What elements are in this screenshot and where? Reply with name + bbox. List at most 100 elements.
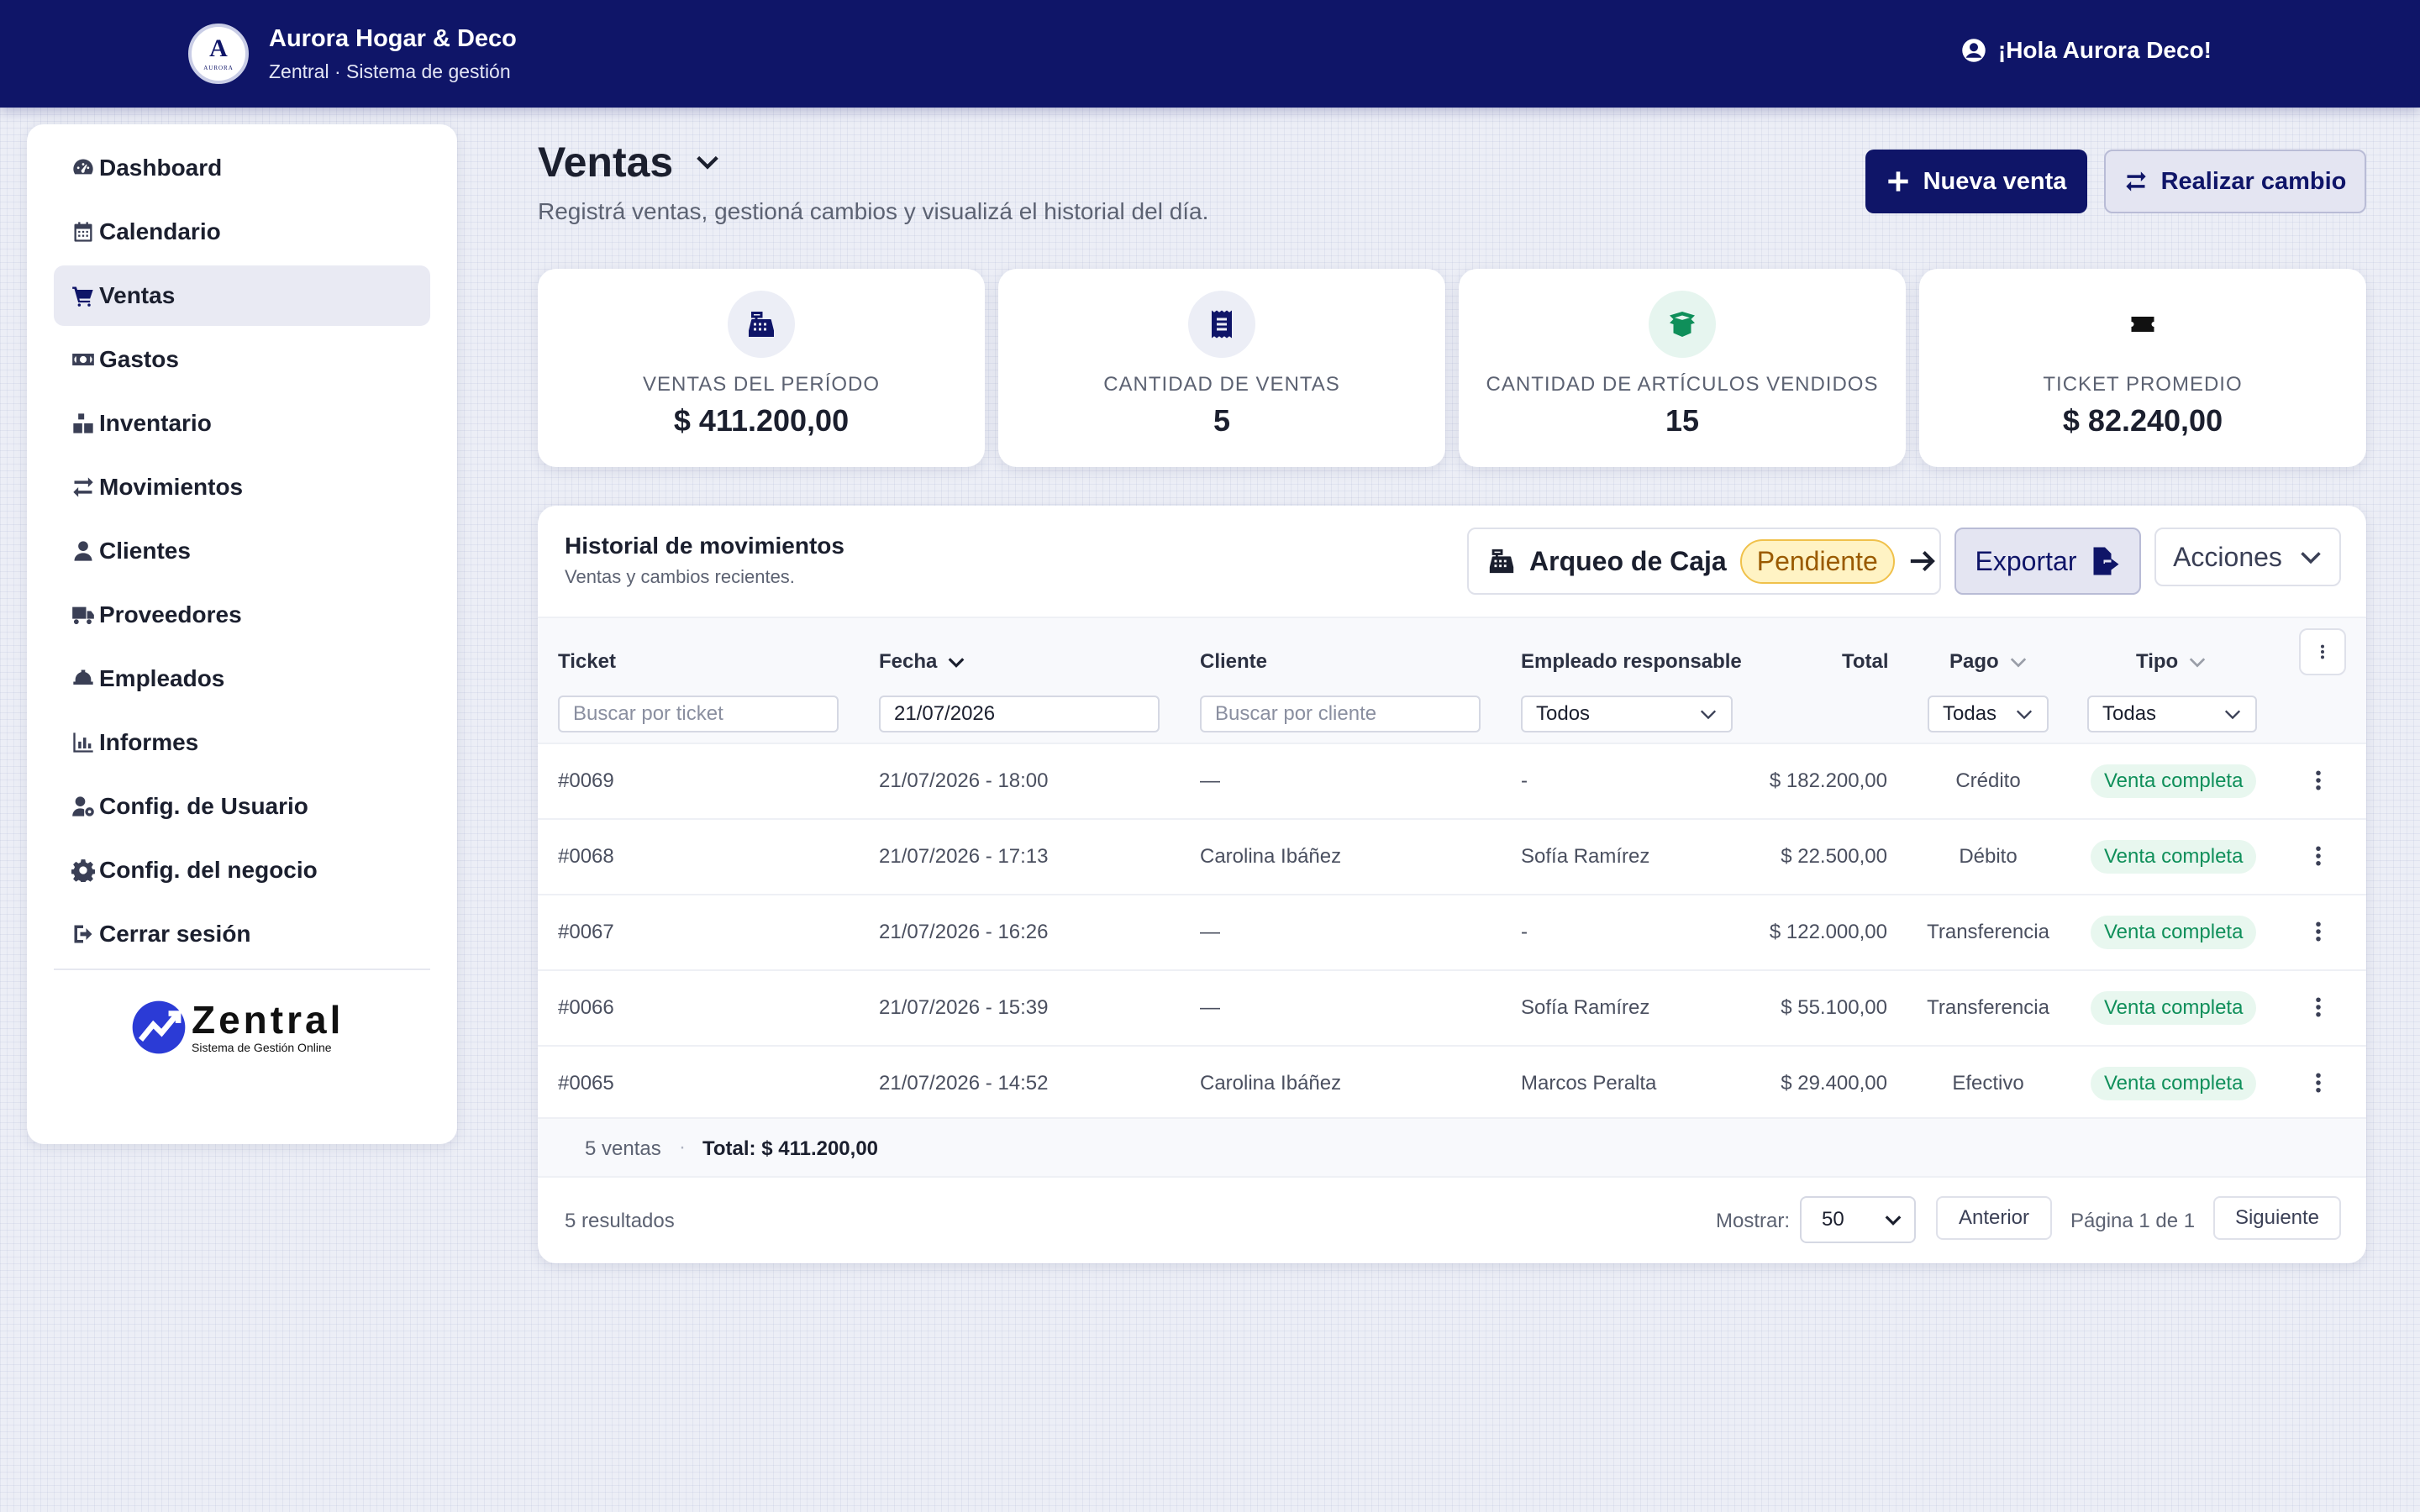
table-row[interactable]: #0065 21/07/2026 - 14:52 Carolina Ibáñez… xyxy=(538,1045,2366,1121)
cell-fecha: 21/07/2026 - 16:26 xyxy=(879,921,1049,943)
chevron-down-icon xyxy=(2224,710,2241,720)
column-header-total[interactable]: Total xyxy=(1842,650,1889,674)
stat-value: 15 xyxy=(1665,403,1700,438)
zentral-tagline: Sistema de Gestión Online xyxy=(192,1041,332,1054)
table-row[interactable]: #0067 21/07/2026 - 16:26 — - $ 122.000,0… xyxy=(538,894,2366,969)
cell-cliente: Carolina Ibáñez xyxy=(1200,845,1342,868)
zentral-word: Zentral xyxy=(192,998,345,1042)
sidebar-item-cerrar-sesion[interactable]: Cerrar sesión xyxy=(54,904,430,964)
cell-empleado: - xyxy=(1521,921,1528,943)
date-value: 21/07/2026 xyxy=(894,702,996,725)
status-badge: Pendiente xyxy=(1739,538,1895,584)
employee-filter-select[interactable]: Todos xyxy=(1521,696,1733,732)
table-row[interactable]: #0069 21/07/2026 - 18:00 — - $ 182.200,0… xyxy=(538,743,2366,818)
ticket-icon xyxy=(2109,291,2176,358)
logout-icon xyxy=(71,922,96,946)
exchange-label: Realizar cambio xyxy=(2160,167,2347,195)
sidebar-item-label: Config. de Usuario xyxy=(99,793,308,819)
cell-cliente: — xyxy=(1200,921,1220,943)
type-filter-select[interactable]: Todas xyxy=(2087,696,2257,732)
select-value: Todas xyxy=(1943,702,1997,725)
user-greeting[interactable]: ¡Hola Aurora Deco! xyxy=(1961,37,2212,64)
sidebar-item-label: Proveedores xyxy=(99,601,242,627)
cell-empleado: Marcos Peralta xyxy=(1521,1072,1657,1095)
select-value: Todos xyxy=(1536,702,1591,725)
table-row[interactable]: #0066 21/07/2026 - 15:39 — Sofía Ramírez… xyxy=(538,969,2366,1045)
arrow-right-icon xyxy=(1910,550,1935,572)
sidebar-item-gastos[interactable]: Gastos xyxy=(54,329,430,390)
cash-register-icon xyxy=(728,291,795,358)
page-title-text: Ventas xyxy=(538,139,674,186)
exchange-arrows-icon xyxy=(2125,171,2146,192)
column-header-empleado[interactable]: Empleado responsable xyxy=(1521,650,1742,674)
chevron-down-icon[interactable] xyxy=(693,148,722,176)
top-bar: A AURORA Aurora Hogar & Deco Zentral · S… xyxy=(0,0,2420,108)
sidebar-item-label: Inventario xyxy=(99,410,212,436)
user-gear-icon xyxy=(71,795,96,818)
kebab-menu-icon[interactable] xyxy=(2306,995,2331,1020)
stat-card-ventas-periodo: VENTAS DEL PERÍODO $ 411.200,00 xyxy=(538,269,985,467)
brand-logo[interactable]: A AURORA xyxy=(188,24,249,84)
client-search-input[interactable]: Buscar por cliente xyxy=(1200,696,1481,732)
cell-pago: Crédito xyxy=(1955,769,2021,792)
sidebar-item-config-negocio[interactable]: Config. del negocio xyxy=(54,840,430,900)
kebab-menu-icon[interactable] xyxy=(2306,768,2331,793)
date-filter-input[interactable]: 21/07/2026 xyxy=(879,696,1160,732)
stat-value: 5 xyxy=(1213,403,1231,438)
sidebar-item-proveedores[interactable]: Proveedores xyxy=(54,585,430,645)
column-header-tipo[interactable]: Tipo xyxy=(2136,650,2207,674)
plus-icon xyxy=(1887,171,1908,192)
cell-ticket: #0069 xyxy=(558,769,614,792)
export-button[interactable]: Exportar xyxy=(1954,528,2141,595)
sidebar-item-informes[interactable]: Informes xyxy=(54,712,430,773)
sidebar-item-ventas[interactable]: Ventas xyxy=(54,265,430,326)
column-header-pago[interactable]: Pago xyxy=(1949,650,2028,674)
exchange-button[interactable]: Realizar cambio xyxy=(2104,150,2366,213)
column-options-button[interactable] xyxy=(2299,628,2346,675)
sidebar-item-label: Empleados xyxy=(99,665,225,691)
gear-icon xyxy=(71,858,96,882)
cell-fecha: 21/07/2026 - 15:39 xyxy=(879,996,1049,1019)
previous-page-button[interactable]: Anterior xyxy=(1936,1196,2052,1240)
sidebar: Dashboard Calendario Ventas Gastos Inven… xyxy=(27,124,457,1144)
sidebar-item-movimientos[interactable]: Movimientos xyxy=(54,457,430,517)
actions-dropdown[interactable]: Acciones xyxy=(2154,528,2341,586)
next-page-button[interactable]: Siguiente xyxy=(2213,1196,2341,1240)
sidebar-item-inventario[interactable]: Inventario xyxy=(54,393,430,454)
page-title[interactable]: Ventas xyxy=(538,138,722,186)
sidebar-item-dashboard[interactable]: Dashboard xyxy=(54,138,430,198)
column-label: Ticket xyxy=(558,650,616,673)
sidebar-divider xyxy=(54,969,430,970)
sidebar-item-config-usuario[interactable]: Config. de Usuario xyxy=(54,776,430,837)
cell-empleado: - xyxy=(1521,769,1528,792)
cell-ticket: #0067 xyxy=(558,921,614,943)
kebab-menu-icon xyxy=(2320,644,2325,659)
kebab-menu-icon[interactable] xyxy=(2306,1070,2331,1095)
sidebar-item-label: Clientes xyxy=(99,538,191,564)
column-label: Fecha xyxy=(879,650,938,673)
kebab-menu-icon[interactable] xyxy=(2306,919,2331,944)
kebab-menu-icon[interactable] xyxy=(2306,843,2331,869)
arqueo-caja-button[interactable]: Arqueo de Caja Pendiente xyxy=(1467,528,1941,595)
page-size-select[interactable]: 50 xyxy=(1800,1196,1916,1243)
status-badge: Venta completa xyxy=(2091,764,2257,798)
stat-label: VENTAS DEL PERÍODO xyxy=(642,373,881,396)
column-header-cliente[interactable]: Cliente xyxy=(1200,650,1267,674)
sidebar-item-label: Config. del negocio xyxy=(99,857,318,883)
stat-card-articulos-vendidos: CANTIDAD DE ARTÍCULOS VENDIDOS 15 xyxy=(1459,269,1906,467)
column-header-fecha[interactable]: Fecha xyxy=(879,650,965,674)
column-label: Pago xyxy=(1949,650,1999,673)
sidebar-item-empleados[interactable]: Empleados xyxy=(54,648,430,709)
history-subtitle: Ventas y cambios recientes. xyxy=(565,566,795,587)
sidebar-item-clientes[interactable]: Clientes xyxy=(54,521,430,581)
new-sale-button[interactable]: Nueva venta xyxy=(1865,150,2087,213)
table-summary: 5 ventas · Total: $ 411.200,00 xyxy=(538,1117,2366,1178)
select-value: Todas xyxy=(2102,702,2157,725)
ticket-search-input[interactable]: Buscar por ticket xyxy=(558,696,839,732)
truck-icon xyxy=(71,603,96,627)
table-row[interactable]: #0068 21/07/2026 - 17:13 Carolina Ibáñez… xyxy=(538,818,2366,894)
sidebar-item-calendario[interactable]: Calendario xyxy=(54,202,430,262)
payment-filter-select[interactable]: Todas xyxy=(1928,696,2049,732)
column-header-ticket[interactable]: Ticket xyxy=(558,650,616,674)
cell-total: $ 182.200,00 xyxy=(1769,769,1887,792)
